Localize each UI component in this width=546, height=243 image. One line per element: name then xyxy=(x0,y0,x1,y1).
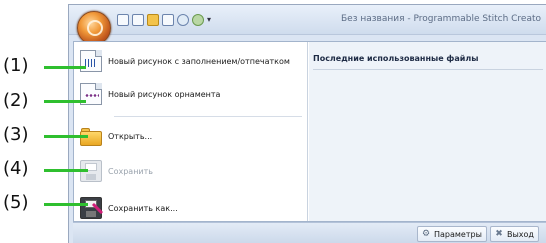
new-decorative-quick-icon[interactable] xyxy=(132,14,144,26)
redo-icon[interactable] xyxy=(192,14,204,26)
menu-item-new-decorative-pattern[interactable]: Новый рисунок орнамента xyxy=(80,80,302,108)
options-button-label: Параметры xyxy=(434,229,482,239)
recent-files-heading: Последние использованные файлы xyxy=(313,54,543,70)
options-button[interactable]: ⚙ Параметры xyxy=(417,226,487,242)
callout-label: (2) xyxy=(3,90,29,111)
exit-close-icon: ✖ xyxy=(495,229,503,239)
exit-button-label: Выход xyxy=(507,229,534,239)
callout-label: (3) xyxy=(3,124,29,145)
callout-line xyxy=(44,169,88,172)
application-window: ▾ Без названия - Programmable Stitch Cre… xyxy=(68,4,546,243)
menu-item-label: Новый рисунок орнамента xyxy=(108,89,221,99)
menu-footer: ⚙ Параметры ✖ Выход xyxy=(73,222,546,243)
callout-line xyxy=(44,203,88,206)
menu-item-new-fill-pattern[interactable]: Новый рисунок с заполнением/отпечатком xyxy=(80,47,302,75)
app-logo-icon xyxy=(87,20,103,36)
options-gear-icon: ⚙ xyxy=(421,229,431,239)
callout-label: (1) xyxy=(3,55,29,76)
menu-item-open[interactable]: Открыть... xyxy=(80,122,302,150)
command-list: Новый рисунок с заполнением/отпечатком Н… xyxy=(74,42,308,221)
callout-label: (5) xyxy=(3,192,29,213)
application-menu: Новый рисунок с заполнением/отпечатком Н… xyxy=(73,41,546,222)
new-fill-quick-icon[interactable] xyxy=(117,14,129,26)
menu-item-label: Открыть... xyxy=(108,131,153,141)
callout-line xyxy=(44,100,86,103)
quick-access-toolbar: ▾ xyxy=(117,13,215,27)
menu-item-label: Сохранить xyxy=(108,166,153,176)
menu-item-save-as[interactable]: Сохранить как... xyxy=(80,194,302,222)
title-bar: ▾ Без названия - Programmable Stitch Cre… xyxy=(69,5,546,35)
recent-files-panel: Последние использованные файлы xyxy=(309,42,546,221)
menu-item-save[interactable]: Сохранить xyxy=(80,157,302,185)
customize-toolbar-dropdown-icon[interactable]: ▾ xyxy=(207,14,215,26)
callout-line xyxy=(44,135,88,138)
undo-icon[interactable] xyxy=(177,14,189,26)
menu-item-label: Сохранить как... xyxy=(108,203,178,213)
menu-separator xyxy=(114,116,302,117)
callout-label: (4) xyxy=(3,158,29,179)
menu-item-label: Новый рисунок с заполнением/отпечатком xyxy=(108,56,290,66)
callout-line xyxy=(44,66,86,69)
open-folder-quick-icon[interactable] xyxy=(147,14,159,26)
save-as-icon xyxy=(80,197,104,219)
save-quick-icon[interactable] xyxy=(162,14,174,26)
stage: ▾ Без названия - Programmable Stitch Cre… xyxy=(0,0,546,243)
exit-button[interactable]: ✖ Выход xyxy=(490,226,539,242)
window-title: Без названия - Programmable Stitch Creat… xyxy=(341,14,542,24)
application-menu-button[interactable] xyxy=(77,11,111,45)
